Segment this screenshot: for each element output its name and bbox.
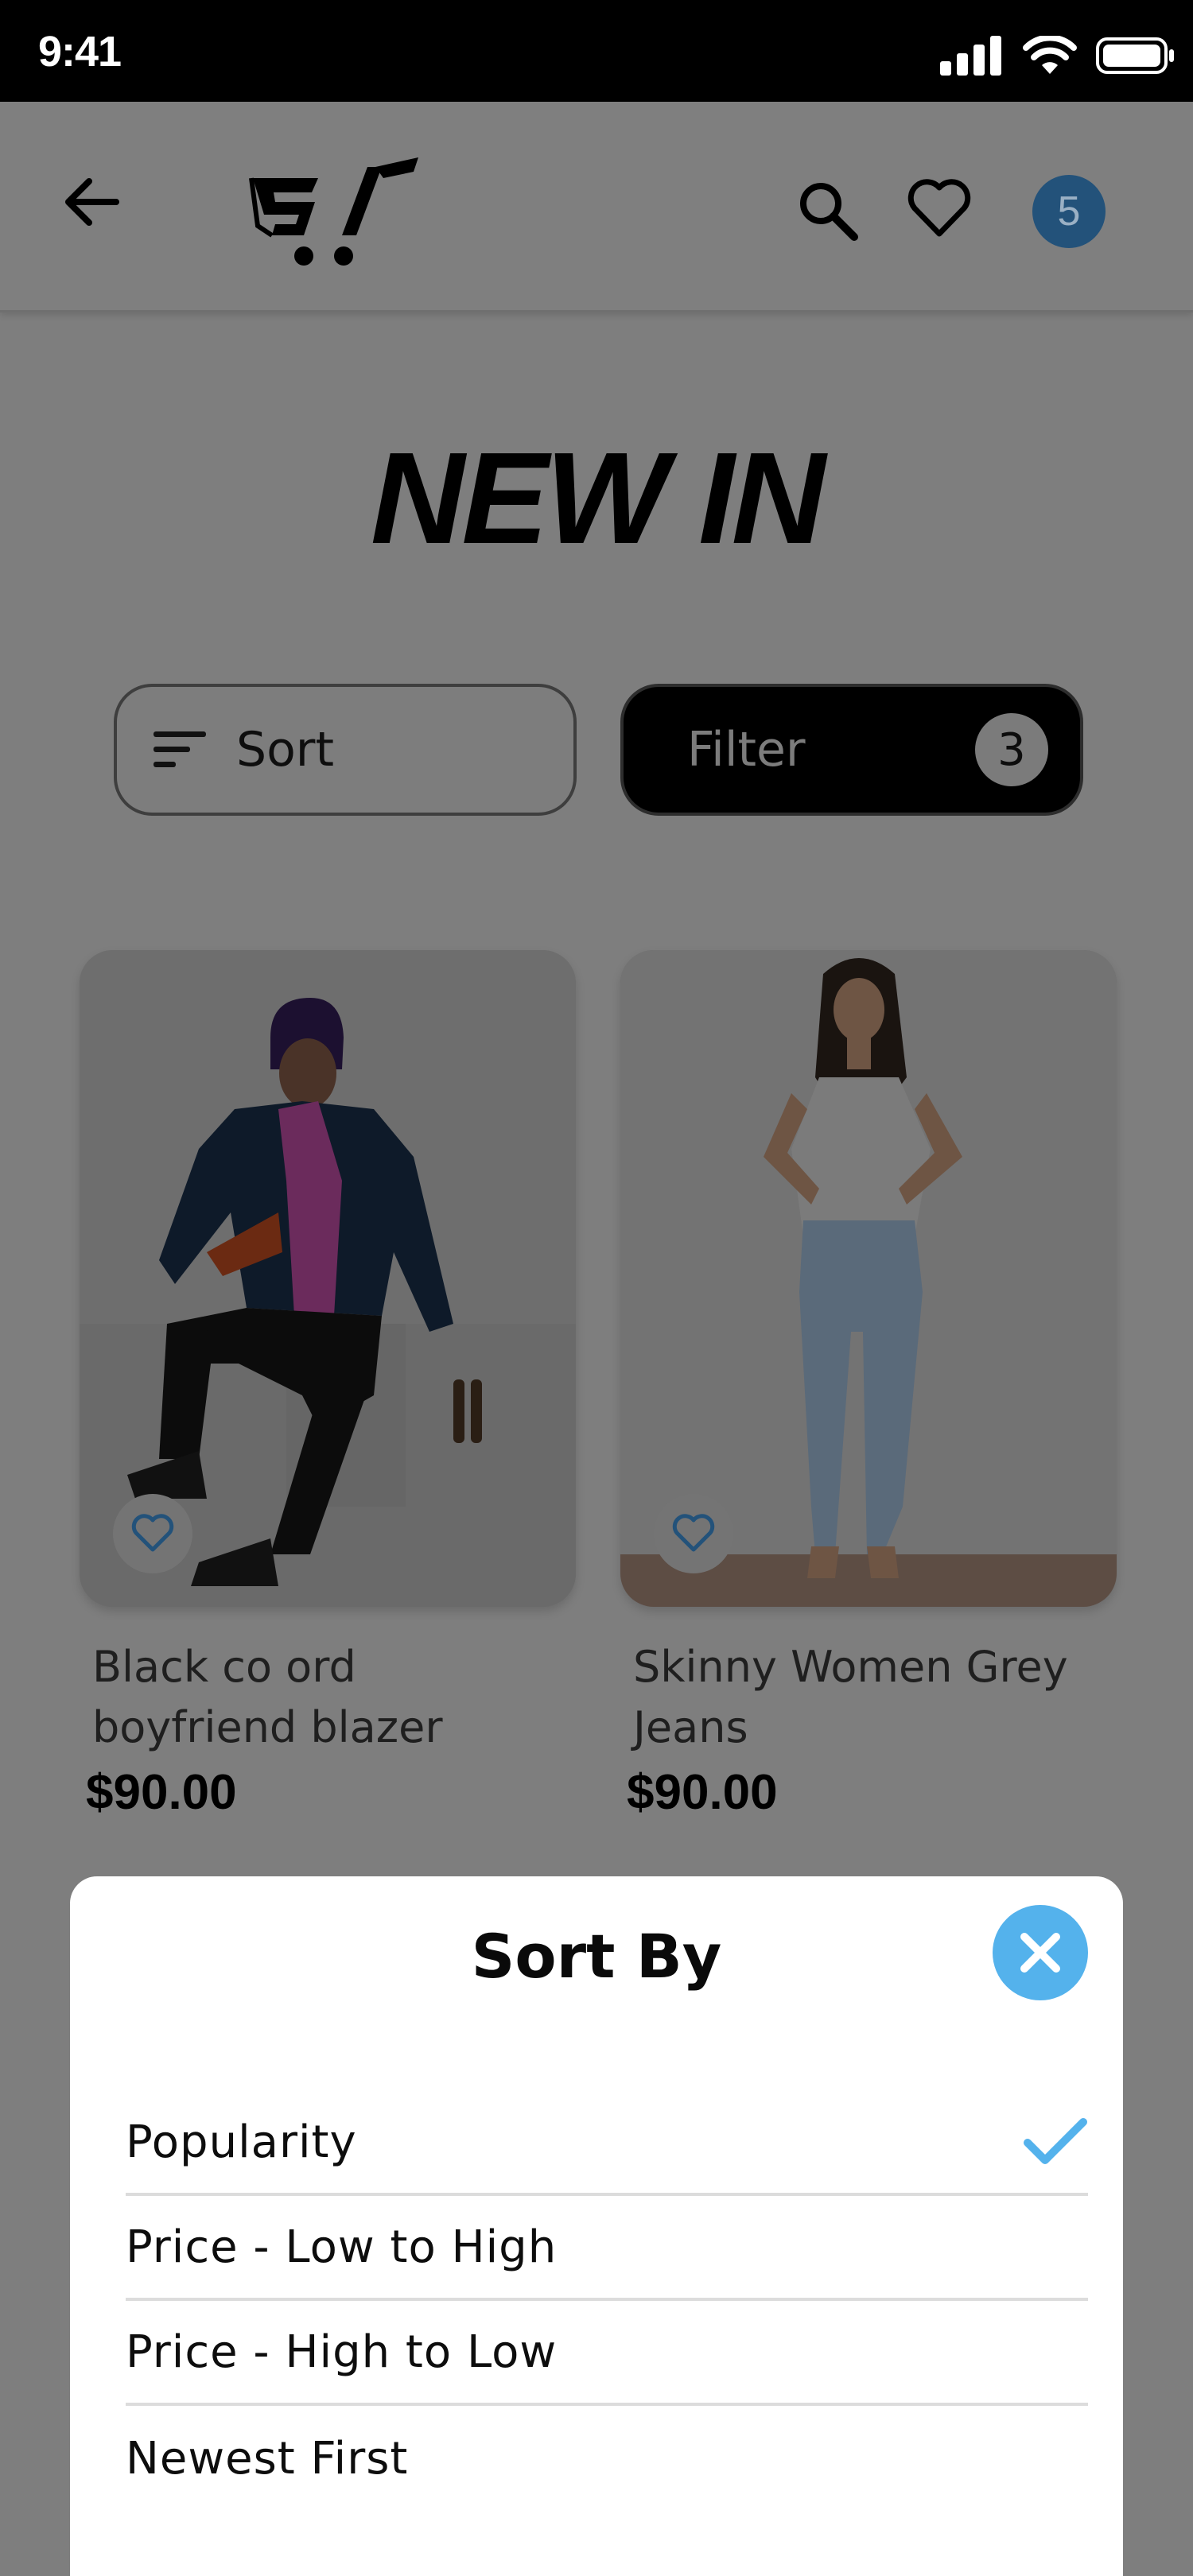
status-time: 9:41 xyxy=(38,28,122,76)
sort-option-newest[interactable]: Newest First xyxy=(126,2406,1088,2511)
sort-button[interactable]: Sort xyxy=(114,684,577,816)
sort-option-label: Popularity xyxy=(126,2116,357,2168)
battery-icon xyxy=(1096,37,1174,74)
status-icons xyxy=(940,32,1176,80)
status-bar: 9:41 xyxy=(0,0,1193,102)
sort-by-sheet: Sort By Popularity Price - Low to High P… xyxy=(70,1876,1123,2576)
heart-icon xyxy=(131,1514,174,1552)
sort-option-label: Price - Low to High xyxy=(126,2221,558,2273)
favorite-button[interactable] xyxy=(113,1494,192,1573)
sort-option-label: Price - High to Low xyxy=(126,2326,558,2378)
product-name[interactable]: Skinny Women Grey Jeans xyxy=(633,1637,1110,1758)
signal-icon xyxy=(940,36,1001,76)
page-title: NEW IN xyxy=(370,425,826,571)
product-price: $90.00 xyxy=(627,1765,778,1820)
product-card[interactable]: Black co ord boyfriend blazer $90.00 xyxy=(80,950,576,1821)
sort-option-popularity[interactable]: Popularity xyxy=(126,2091,1088,2196)
product-image[interactable] xyxy=(80,950,576,1607)
sort-option-label: Newest First xyxy=(126,2432,409,2485)
close-sheet-button[interactable] xyxy=(993,1905,1088,2000)
sort-options-list: Popularity Price - Low to High Price - H… xyxy=(126,2091,1088,2511)
filter-button[interactable]: Filter 3 xyxy=(620,684,1083,816)
checkmark-icon xyxy=(1024,2118,1087,2164)
sheet-title: Sort By xyxy=(471,1921,722,1992)
wishlist-heart-icon[interactable] xyxy=(907,177,972,240)
sort-button-label: Sort xyxy=(236,722,334,778)
favorite-button[interactable] xyxy=(654,1494,733,1573)
filter-count-badge: 3 xyxy=(975,713,1048,786)
product-price: $90.00 xyxy=(86,1765,237,1820)
cart-count-badge[interactable]: 5 xyxy=(1032,175,1106,248)
search-icon[interactable] xyxy=(795,178,859,242)
sort-option-price-high-low[interactable]: Price - High to Low xyxy=(126,2301,1088,2406)
back-arrow-icon[interactable] xyxy=(60,170,124,234)
product-name[interactable]: Black co ord boyfriend blazer xyxy=(92,1637,569,1758)
wifi-icon xyxy=(1023,36,1077,74)
sort-option-price-low-high[interactable]: Price - Low to High xyxy=(126,2196,1088,2301)
product-image[interactable] xyxy=(620,950,1117,1607)
app-header: 5 xyxy=(0,102,1193,312)
close-icon xyxy=(1020,1933,1060,1973)
product-card[interactable]: Skinny Women Grey Jeans $90.00 xyxy=(620,950,1117,1821)
heart-icon xyxy=(672,1514,715,1552)
sort-lines-icon xyxy=(153,731,206,768)
filter-button-label: Filter xyxy=(687,722,806,778)
brand-logo[interactable] xyxy=(248,146,423,274)
